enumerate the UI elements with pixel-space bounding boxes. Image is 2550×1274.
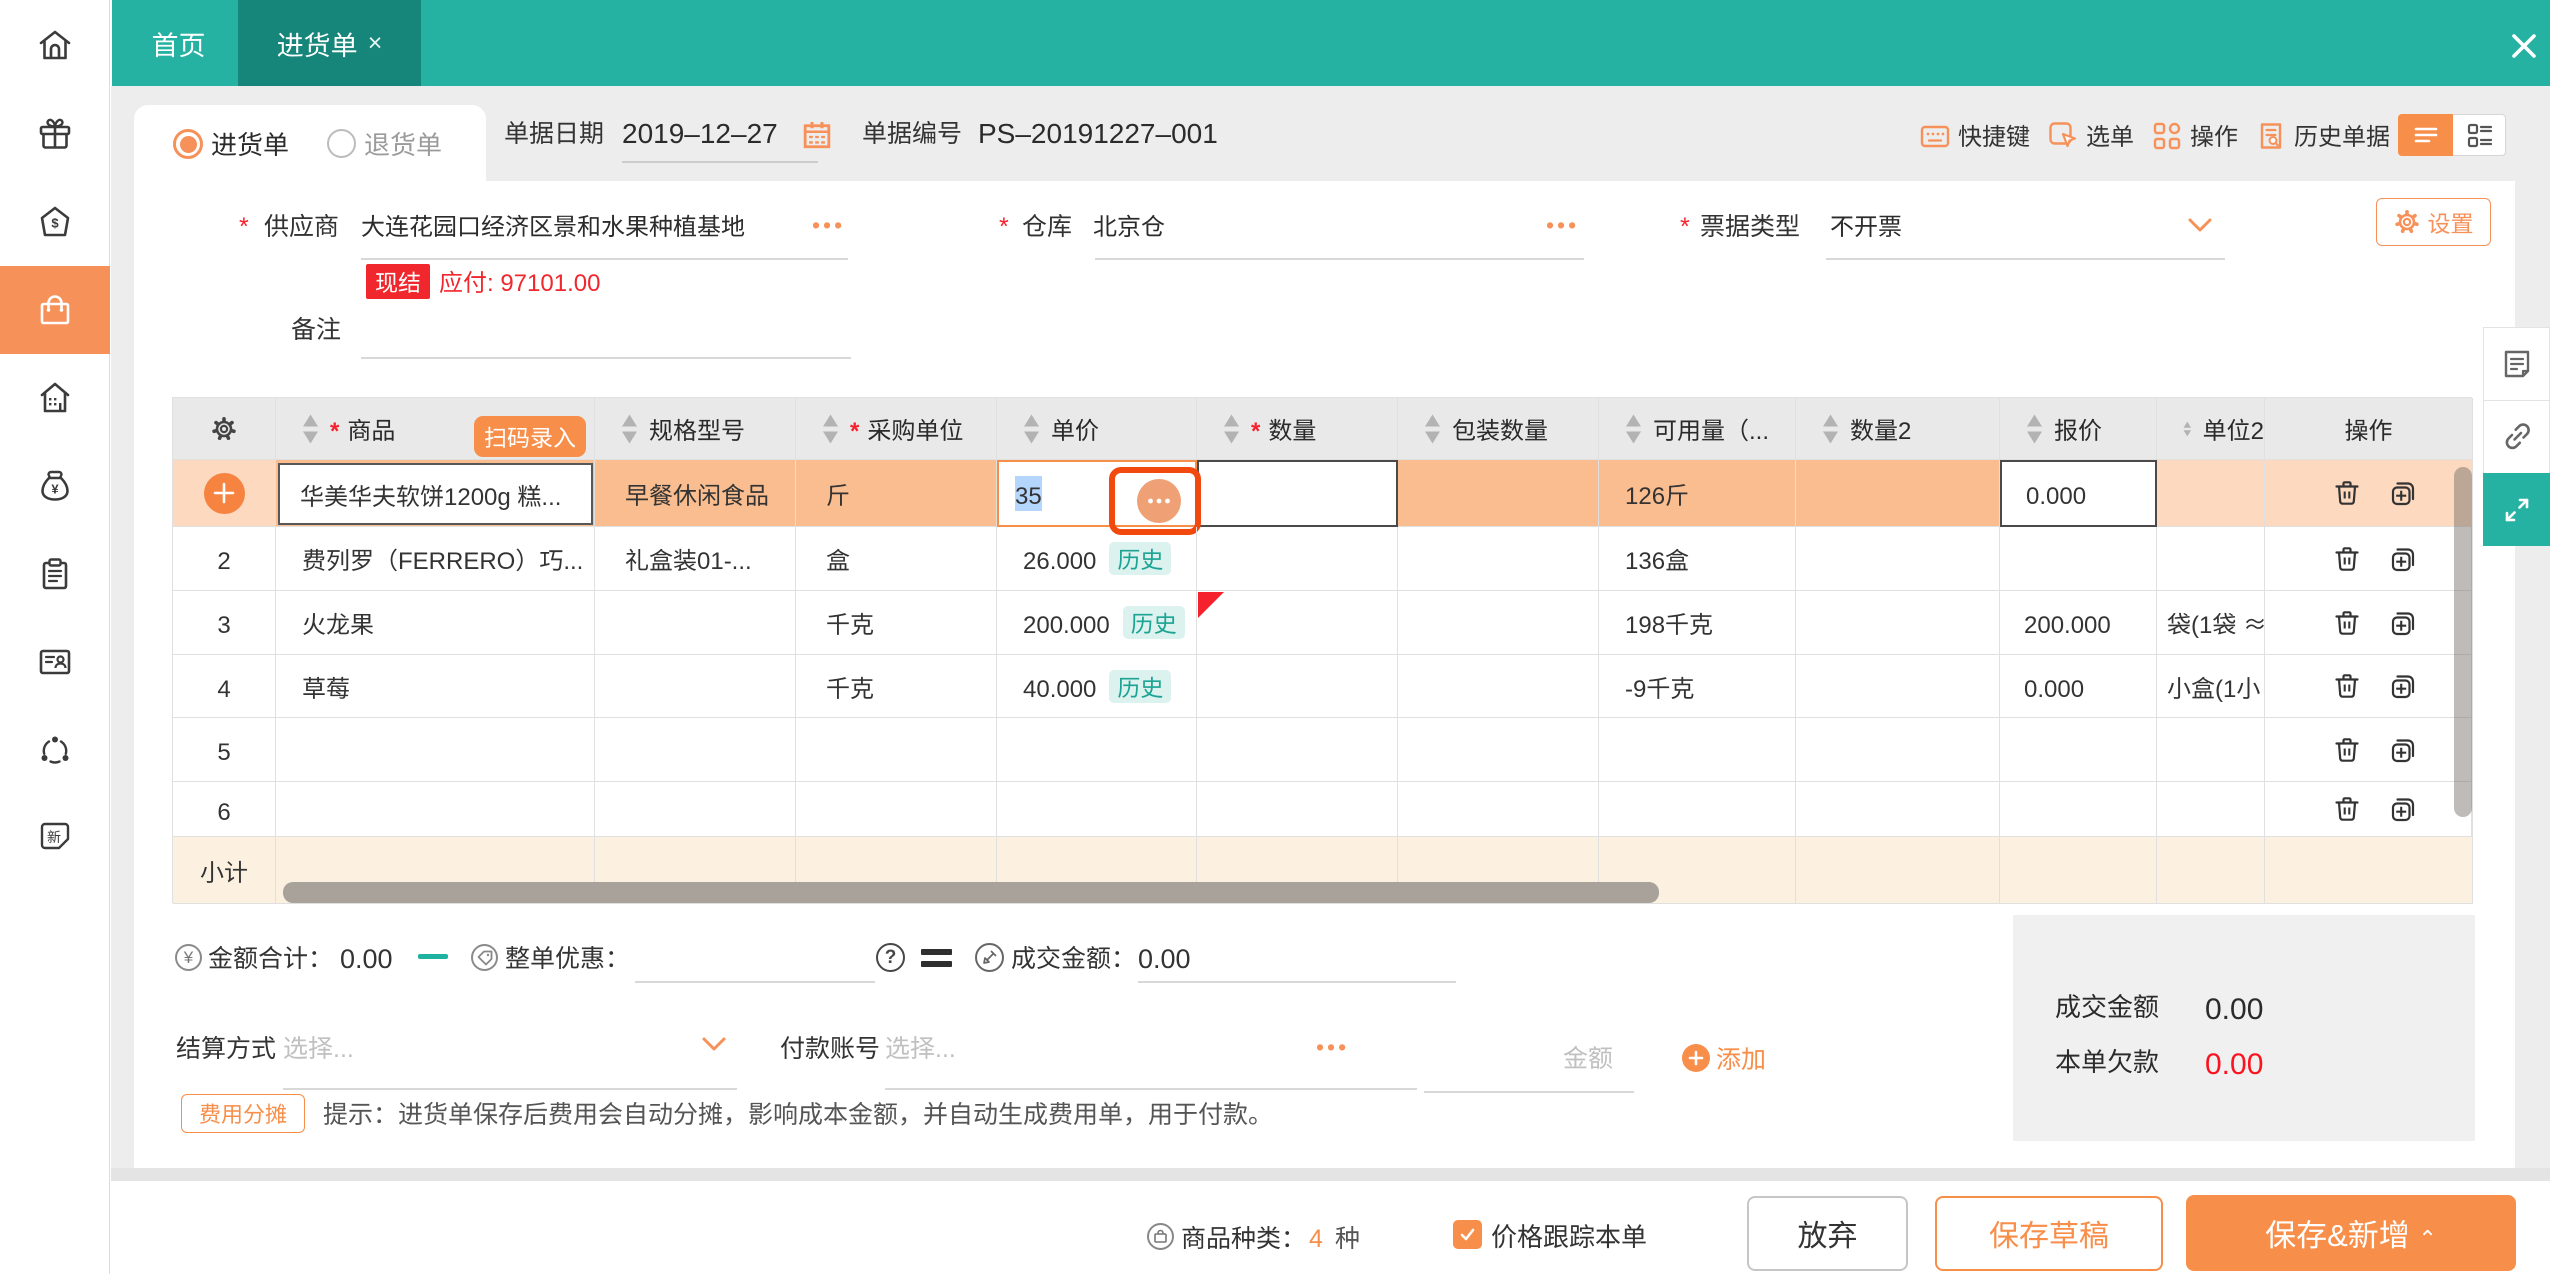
svg-text:$: $: [51, 216, 59, 231]
svg-text:¥: ¥: [51, 482, 59, 497]
svg-text:新: 新: [47, 827, 61, 847]
